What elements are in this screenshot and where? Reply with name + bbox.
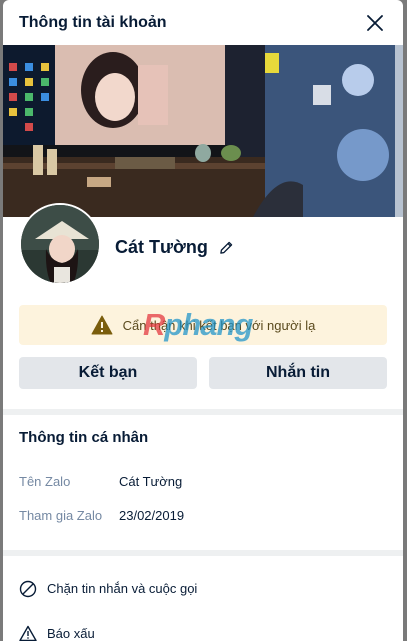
block-messages-calls-item[interactable]: Chặn tin nhắn và cuộc gọi: [3, 566, 403, 611]
avatar-image: [21, 205, 99, 283]
info-row-zalo-name: Tên Zalo Cát Tường: [19, 464, 387, 498]
profile-actions: Kết bạn Nhắn tin: [3, 345, 403, 389]
pencil-icon: [220, 241, 233, 254]
warning-icon: [91, 315, 113, 335]
info-row-join-date: Tham gia Zalo 23/02/2019: [19, 498, 387, 532]
account-info-dialog: Thông tin tài khoản Cát Tường Cẩn thận k…: [3, 0, 403, 641]
info-label: Tham gia Zalo: [19, 507, 103, 523]
stranger-warning-banner: Cẩn thận khi kết bạn với người lạ Rphang: [19, 305, 387, 345]
dialog-title: Thông tin tài khoản: [19, 13, 167, 31]
block-icon: [19, 580, 37, 597]
info-value: Cát Tường: [119, 473, 183, 489]
personal-info-section: Thông tin cá nhân Tên Zalo Cát Tường Tha…: [3, 415, 403, 544]
profile-name: Cát Tường: [115, 237, 208, 257]
cover-photo[interactable]: [3, 45, 403, 217]
info-value: 23/02/2019: [119, 507, 185, 523]
avatar[interactable]: [19, 203, 101, 285]
warning-text: Cẩn thận khi kết bạn với người lạ: [122, 317, 316, 333]
profile-row: Cát Tường: [3, 203, 403, 305]
report-item[interactable]: Báo xấu: [3, 611, 403, 641]
report-label: Báo xấu: [47, 626, 95, 641]
warning-icon: [19, 625, 37, 641]
block-label: Chặn tin nhắn và cuộc gọi: [47, 581, 198, 596]
profile-name-row: Cát Tường: [115, 237, 236, 258]
info-label: Tên Zalo: [19, 473, 71, 489]
dialog-header: Thông tin tài khoản: [3, 0, 403, 45]
section-divider: [3, 550, 403, 556]
add-friend-button[interactable]: Kết bạn: [19, 357, 197, 389]
personal-info-title: Thông tin cá nhân: [19, 429, 149, 446]
close-icon: [367, 14, 383, 31]
message-button[interactable]: Nhắn tin: [209, 357, 387, 389]
cover-photo-image: [3, 45, 403, 217]
close-button[interactable]: [363, 11, 387, 35]
edit-name-button[interactable]: [218, 239, 236, 257]
